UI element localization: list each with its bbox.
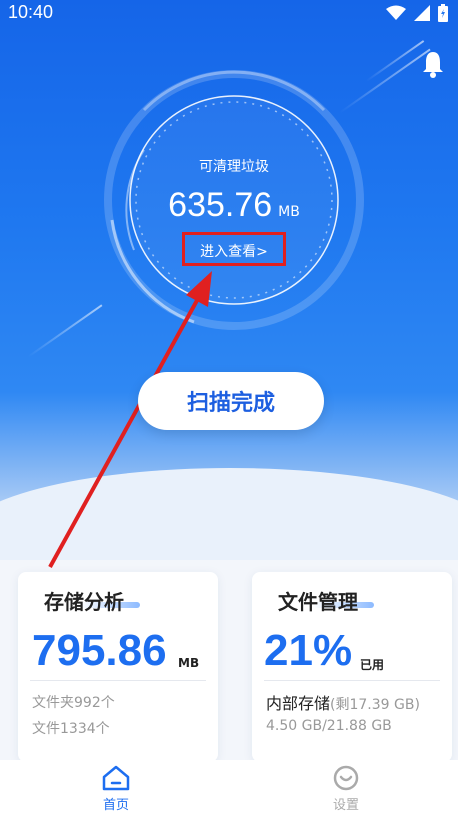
tab-home[interactable]: 首页	[76, 764, 156, 820]
file-count: 文件1334个	[32, 721, 110, 737]
storage-analysis-card[interactable]: 存储分析 795.86 MB 文件夹992个 文件1334个	[18, 572, 218, 762]
status-time: 10:40	[8, 2, 54, 22]
storage-card-title: 存储分析	[44, 590, 124, 614]
storage-size-value: 795.86	[32, 626, 167, 675]
bell-icon[interactable]	[422, 50, 444, 78]
tab-home-label: 首页	[102, 798, 129, 813]
folder-count: 文件夹992个	[32, 695, 115, 711]
used-percent: 21%	[264, 626, 353, 675]
status-bar: 10:40	[0, 0, 458, 26]
internal-storage: 内部存储(剩17.39 GB)	[266, 690, 420, 714]
gauge-label: 可清理垃圾	[199, 159, 269, 175]
scan-complete-button[interactable]: 扫描完成	[138, 372, 324, 430]
tab-settings-label: 设置	[332, 798, 359, 813]
gauge-value: 635.76 MB	[134, 186, 334, 225]
wifi-icon	[386, 5, 406, 20]
used-space: 4.50 GB/21.88 GB	[266, 718, 392, 734]
settings-icon	[333, 765, 359, 791]
status-icons	[386, 4, 448, 22]
file-card-title: 文件管理	[278, 590, 358, 614]
signal-icon	[414, 5, 430, 21]
gauge-number: 635.76	[168, 186, 273, 224]
decor-streak	[365, 40, 425, 82]
storage-size-unit: MB	[178, 656, 200, 670]
internal-storage-label: 内部存储	[266, 694, 331, 713]
used-label: 已用	[360, 658, 385, 672]
home-icon	[102, 765, 130, 791]
view-details-link[interactable]: 进入查看>	[182, 232, 286, 266]
card-divider	[30, 680, 206, 681]
tab-settings[interactable]: 设置	[306, 764, 386, 820]
bottom-tab-bar: 首页 设置	[0, 760, 458, 820]
gauge-unit: MB	[278, 204, 300, 220]
card-divider	[264, 680, 440, 681]
remaining-space: (剩17.39 GB)	[330, 697, 420, 713]
file-management-card[interactable]: 文件管理 21% 已用 内部存储(剩17.39 GB) 4.50 GB/21.8…	[252, 572, 452, 762]
battery-icon	[438, 4, 448, 22]
